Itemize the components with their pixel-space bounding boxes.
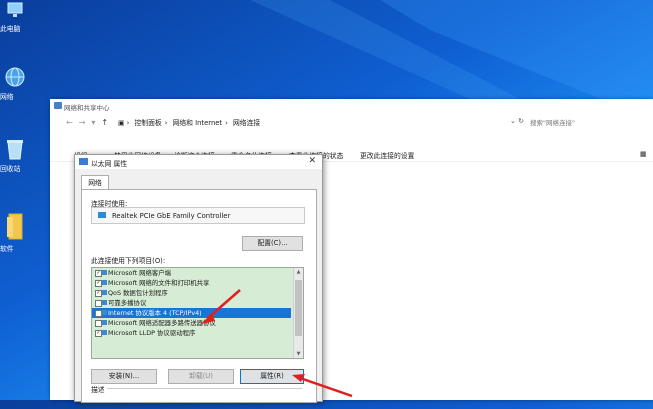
list-item-label: Microsoft 网络的文件和打印机共享: [108, 279, 210, 287]
desktop-icon-label: 回收站: [0, 165, 21, 173]
list-scrollbar[interactable]: ▲ ▼: [293, 268, 303, 358]
breadcrumb-item[interactable]: 控制面板: [134, 119, 161, 127]
uninstall-button[interactable]: 卸载(U): [168, 369, 234, 384]
change-settings-command[interactable]: 更改此连接的设置: [360, 150, 414, 160]
address-bar[interactable]: ▣ › 控制面板 › 网络和 Internet › 网络连接: [118, 117, 518, 129]
network-globe-icon: [5, 67, 25, 87]
properties-button[interactable]: 属性(R): [240, 369, 304, 384]
desktop-icon-computer[interactable]: 此电脑: [0, 2, 30, 33]
protocol-icon: [102, 320, 107, 325]
desktop-icon-software[interactable]: 软件: [0, 212, 30, 253]
breadcrumb-separator: ›: [225, 119, 228, 127]
checkbox[interactable]: ✓: [95, 310, 102, 317]
protocol-icon: [102, 280, 107, 285]
configure-button[interactable]: 配置(C)...: [242, 236, 303, 251]
desktop-icon-recycle-bin[interactable]: 回收站: [0, 138, 30, 173]
computer-icon: [7, 2, 23, 17]
network-adapter-icon: [98, 212, 106, 218]
description-label: 描述: [91, 384, 107, 394]
install-button[interactable]: 安装(N)...: [91, 369, 157, 384]
checkbox[interactable]: [95, 300, 102, 307]
protocol-icon: [102, 300, 107, 305]
list-item[interactable]: ✓ Microsoft LLDP 协议驱动程序: [92, 328, 303, 338]
list-item[interactable]: Microsoft 网络适配器多路传送器协议: [92, 318, 303, 328]
breadcrumb-item[interactable]: 网络和 Internet: [173, 119, 223, 127]
search-placeholder: 搜索"网络连接": [530, 119, 575, 127]
checkbox[interactable]: ✓: [95, 290, 102, 297]
network-tab-panel: 连接时使用: Realtek PCIe GbE Family Controlle…: [81, 189, 317, 403]
scrollbar-thumb[interactable]: [295, 280, 302, 336]
folder-icon: [7, 213, 23, 240]
checkbox[interactable]: ✓: [95, 280, 102, 287]
protocol-icon: [102, 330, 107, 335]
desktop-icon-label: 软件: [0, 245, 14, 253]
recent-locations-icon[interactable]: ▾: [91, 118, 101, 127]
view-options-icon[interactable]: ▦: [640, 150, 646, 158]
ethernet-properties-dialog: 以太网 属性 ✕ 网络 连接时使用: Realtek PCIe GbE Fami…: [74, 154, 323, 403]
adapter-box: Realtek PCIe GbE Family Controller: [91, 207, 305, 224]
description-group: [91, 388, 302, 409]
list-item[interactable]: ✓ QoS 数据包计划程序: [92, 288, 303, 298]
list-item-label: Microsoft 网络客户端: [108, 269, 172, 277]
dropdown-and-refresh-icons[interactable]: ⌄ ↻: [510, 117, 524, 125]
desktop-icon-network[interactable]: 网络: [0, 66, 30, 101]
explorer-title-bar: 网络和共享中心 —☐✕: [50, 99, 653, 113]
checkbox[interactable]: ✓: [95, 270, 102, 277]
explorer-title: 网络和共享中心: [64, 104, 110, 112]
desktop-icon-label: 此电脑: [0, 25, 21, 33]
list-item[interactable]: 可靠多播协议: [92, 298, 303, 308]
dialog-title-bar: 以太网 属性 ✕: [75, 155, 322, 169]
list-item-label: Microsoft 网络适配器多路传送器协议: [108, 319, 216, 327]
control-panel-icon: ▣ ›: [118, 119, 130, 127]
list-item-selected[interactable]: ✓ Internet 协议版本 4 (TCP/IPv4): [92, 308, 291, 318]
recycle-bin-icon: [7, 140, 23, 160]
list-item-label: Microsoft LLDP 协议驱动程序: [108, 329, 196, 337]
search-input[interactable]: 搜索"网络连接": [530, 117, 650, 129]
protocol-icon: [102, 290, 107, 295]
breadcrumb-separator: ›: [164, 119, 168, 127]
tab-network[interactable]: 网络: [81, 175, 109, 190]
list-item-label: QoS 数据包计划程序: [108, 289, 168, 297]
dialog-title: 以太网 属性: [91, 160, 128, 168]
forward-arrow-icon[interactable]: →: [79, 118, 92, 127]
adapter-name: Realtek PCIe GbE Family Controller: [112, 212, 231, 220]
list-item-label: Internet 协议版本 4 (TCP/IPv4): [108, 309, 202, 317]
scroll-down-icon[interactable]: ▼: [294, 351, 303, 357]
dialog-close-button[interactable]: ✕: [308, 156, 316, 166]
up-arrow-icon[interactable]: ↑: [101, 118, 114, 127]
scroll-up-icon[interactable]: ▲: [294, 269, 303, 275]
breadcrumb-item[interactable]: 网络连接: [233, 119, 260, 127]
list-item-label: 可靠多播协议: [108, 299, 147, 307]
items-label: 此连接使用下列项目(O):: [91, 257, 166, 265]
checkbox[interactable]: [95, 320, 102, 327]
list-item[interactable]: ✓ Microsoft 网络的文件和打印机共享: [92, 278, 303, 288]
desktop-icon-label: 网络: [0, 93, 14, 101]
protocol-icon: [102, 270, 107, 275]
checkbox[interactable]: ✓: [95, 330, 102, 337]
back-arrow-icon[interactable]: ←: [66, 118, 79, 127]
network-center-icon: [54, 102, 62, 109]
protocol-icon: [102, 310, 107, 315]
list-item[interactable]: ✓ Microsoft 网络客户端: [92, 268, 303, 278]
ethernet-icon: [79, 158, 88, 165]
explorer-navigation-bar: ←→▾↑ ▣ › 控制面板 › 网络和 Internet › 网络连接 ⌄ ↻ 搜索…: [50, 113, 653, 133]
protocol-list[interactable]: ✓ Microsoft 网络客户端 ✓ Microsoft 网络的文件和打印机共享 …: [91, 267, 304, 359]
